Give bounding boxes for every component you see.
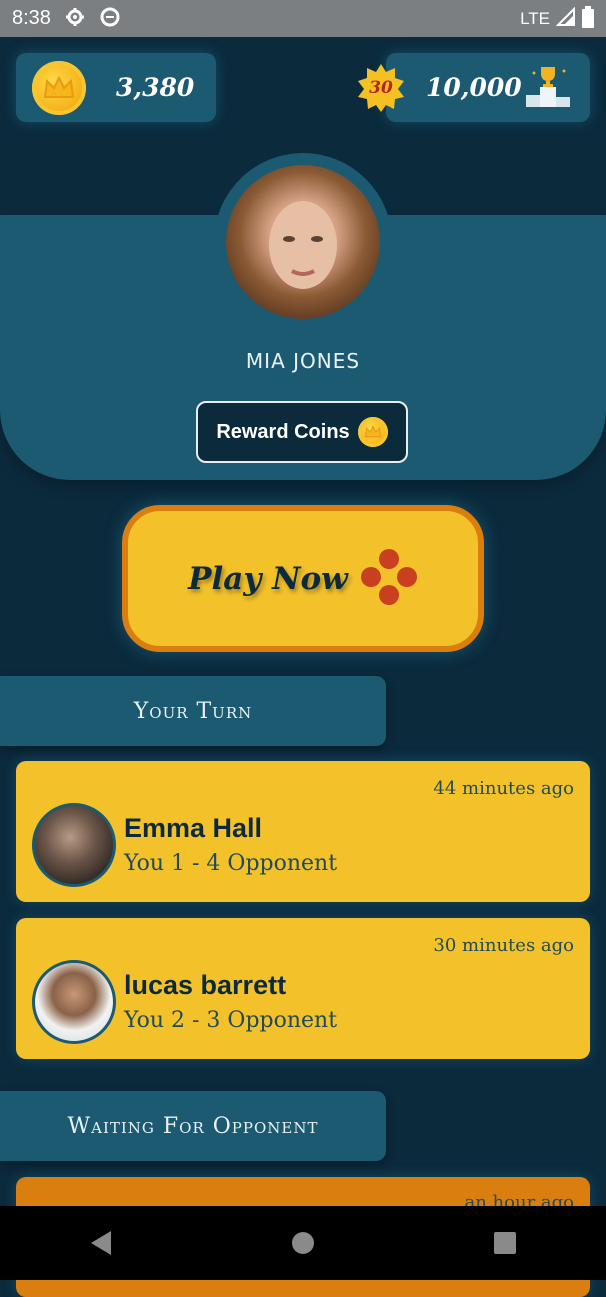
dice-pips-icon	[360, 548, 418, 610]
leaderboard-score[interactable]: 10,000	[386, 53, 590, 122]
play-now-button[interactable]: Play Now	[122, 505, 484, 652]
network-label: LTE	[520, 8, 550, 28]
game-score: You 2 - 3 Opponent	[124, 1008, 338, 1033]
recents-icon[interactable]	[485, 1223, 525, 1263]
level-badge: 30	[356, 63, 406, 113]
play-now-label: Play Now	[188, 560, 348, 597]
level-value: 30	[369, 78, 393, 98]
game-card[interactable]: 30 minutes ago lucas barrett You 2 - 3 O…	[16, 918, 590, 1059]
leaderboard-trophy-icon	[524, 63, 574, 113]
data-saver-icon	[99, 6, 121, 32]
game-score: You 1 - 4 Opponent	[124, 851, 338, 876]
score-value: 10,000	[426, 73, 522, 102]
game-time: 30 minutes ago	[433, 935, 574, 956]
opponent-name: Emma Hall	[124, 813, 263, 843]
section-header-waiting: Waiting For Opponent	[0, 1091, 386, 1161]
status-time: 8:38	[12, 7, 51, 29]
signal-icon	[555, 6, 576, 31]
opponent-avatar	[32, 960, 116, 1044]
profile-avatar[interactable]	[214, 153, 392, 331]
reward-coins-button[interactable]: Reward Coins	[196, 401, 408, 463]
navigation-bar	[0, 1206, 606, 1280]
back-icon[interactable]	[81, 1223, 121, 1263]
game-time: 44 minutes ago	[433, 778, 574, 799]
opponent-avatar	[32, 803, 116, 887]
coin-icon	[32, 61, 86, 115]
coins-value: 3,380	[116, 73, 195, 102]
battery-icon	[582, 5, 594, 32]
opponent-name: lucas barrett	[124, 970, 287, 1000]
section-header-your-turn: Your Turn	[0, 676, 386, 746]
player-name: MIA JONES	[245, 349, 361, 373]
coins-counter[interactable]: 3,380	[16, 53, 216, 122]
home-icon[interactable]	[283, 1223, 323, 1263]
status-bar: 8:38 LTE	[0, 0, 606, 37]
settings-icon	[65, 7, 85, 31]
game-card[interactable]: 44 minutes ago Emma Hall You 1 - 4 Oppon…	[16, 761, 590, 902]
coin-icon	[357, 417, 388, 447]
avatar-photo	[226, 165, 380, 319]
reward-coins-label: Reward Coins	[216, 420, 350, 443]
